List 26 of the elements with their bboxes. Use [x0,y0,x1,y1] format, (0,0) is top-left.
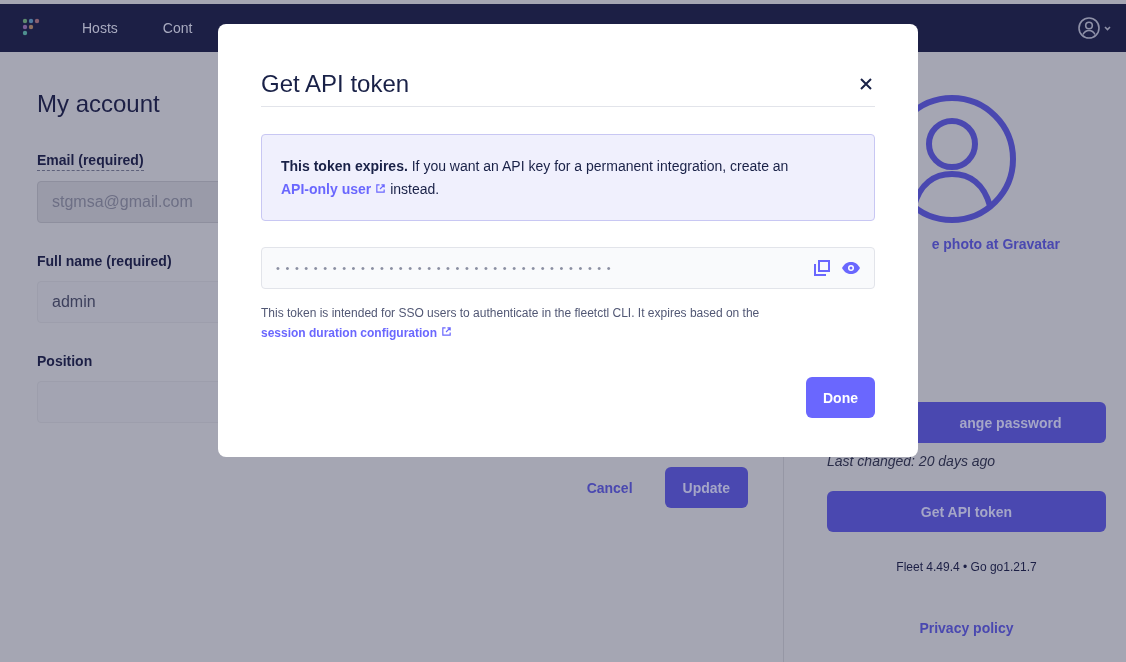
version-text: Fleet 4.49.4 • Go go1.21.7 [896,560,1037,574]
external-link-icon [375,183,387,194]
page-title: My account [37,90,161,118]
logo-icon[interactable] [22,18,42,38]
nav-link[interactable]: Hosts [82,20,118,36]
privacy-policy-link[interactable]: Privacy policy [919,620,1014,636]
eye-icon[interactable] [842,262,860,274]
field-label: Position [37,353,93,371]
token-field[interactable]: •••••••••••••••••••••••••••••••••••• [261,247,875,289]
gravatar-link[interactable]: e photo at Gravatar [931,236,1060,252]
get-api-token-button[interactable]: Get API token [827,491,1106,532]
external-link-icon [441,326,452,337]
cancel-button[interactable]: Cancel [580,478,639,497]
session-duration-link[interactable]: session duration configuration [261,326,452,340]
notice-text: This token expires. If you want an API key for a permanent integration, create an API-only user instead. [281,157,790,199]
nav-link[interactable]: Cont [162,20,193,36]
done-button[interactable]: Done [806,377,875,418]
update-button[interactable]: Update [664,467,748,508]
api-only-user-link[interactable]: API-only user [281,181,387,197]
field-label: Full name (required) [37,253,172,271]
user-avatar-icon[interactable] [1078,17,1112,39]
copy-icon[interactable] [814,260,830,276]
field-label: Email (required) [37,152,144,171]
modal-title: Get API token [261,70,410,98]
help-text: This token is intended for SSO users to authenticate in the fleetctl CLI. It expires based on the session duration configuration [261,305,761,342]
last-changed-text: Last changed: 20 days ago [827,453,997,469]
